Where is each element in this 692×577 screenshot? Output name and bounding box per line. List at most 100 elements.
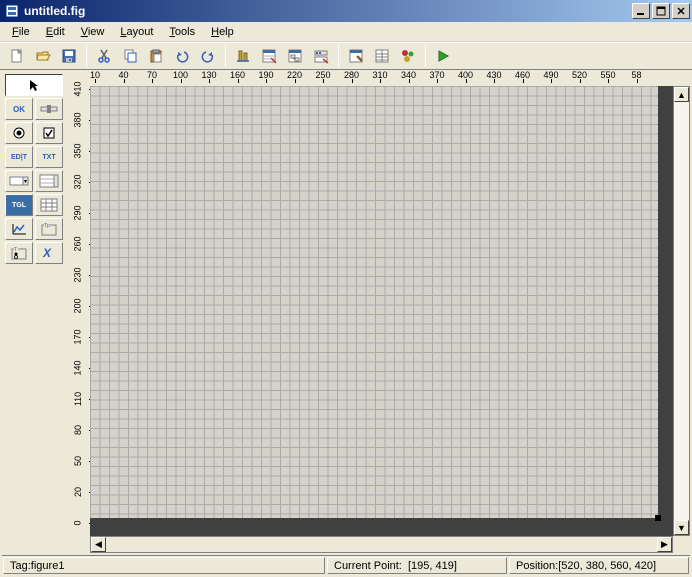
slider-tool[interactable]	[35, 98, 63, 120]
ruler-tick: 250	[308, 70, 338, 80]
ruler-tick: 550	[593, 70, 623, 80]
pushbutton-tool[interactable]: OK	[5, 98, 33, 120]
scroll-up-button[interactable]: ▲	[674, 87, 689, 102]
popupmenu-tool[interactable]	[5, 170, 33, 192]
menu-file[interactable]: File	[4, 24, 38, 40]
ruler-tick: 170	[66, 332, 90, 342]
togglebutton-tool[interactable]: TGL	[5, 194, 33, 216]
scroll-down-button[interactable]: ▼	[674, 520, 689, 535]
tool-panel: OK ED|T TXT TGL Tp T X	[2, 70, 66, 553]
window-title: untitled.fig	[24, 4, 630, 18]
menu-edit[interactable]: Edit	[38, 24, 73, 40]
ruler-tick: 490	[536, 70, 566, 80]
checkbox-tool[interactable]	[35, 122, 63, 144]
paste-button[interactable]	[144, 44, 168, 68]
ruler-tick: 310	[365, 70, 395, 80]
toolbar-separator	[338, 45, 339, 67]
run-button[interactable]	[431, 44, 455, 68]
ruler-tick: 520	[565, 70, 595, 80]
tab-order-button[interactable]	[283, 44, 307, 68]
ruler-tick: 0	[66, 518, 90, 528]
status-bar: Tag: figure1 Current Point: [195, 419] P…	[2, 555, 690, 575]
menu-view[interactable]: View	[73, 24, 113, 40]
table-tool[interactable]	[35, 194, 63, 216]
ruler-tick: 230	[66, 270, 90, 280]
menu-layout[interactable]: Layout	[112, 24, 161, 40]
new-button[interactable]	[5, 44, 29, 68]
ruler-tick: 290	[66, 208, 90, 218]
ruler-tick: 50	[66, 456, 90, 466]
svg-text:T: T	[14, 247, 17, 253]
close-button[interactable]	[672, 3, 690, 19]
title-bar: untitled.fig	[0, 0, 692, 22]
toolbar-separator	[225, 45, 226, 67]
ruler-tick: 80	[66, 425, 90, 435]
ruler-tick: 380	[66, 115, 90, 125]
ruler-tick: 20	[66, 487, 90, 497]
ruler-tick: 200	[66, 301, 90, 311]
scroll-track[interactable]	[674, 102, 689, 520]
ruler-tick: 430	[479, 70, 509, 80]
ruler-tick: 140	[66, 363, 90, 373]
scroll-left-button[interactable]: ◀	[91, 537, 106, 552]
ruler-tick: 460	[508, 70, 538, 80]
toolbar-editor-button[interactable]	[309, 44, 333, 68]
ruler-tick: 280	[337, 70, 367, 80]
open-button[interactable]	[31, 44, 55, 68]
copy-button[interactable]	[118, 44, 142, 68]
minimize-button[interactable]	[632, 3, 650, 19]
activex-tool[interactable]: X	[35, 242, 63, 264]
redo-button[interactable]	[196, 44, 220, 68]
editor-button[interactable]	[344, 44, 368, 68]
horizontal-scrollbar[interactable]: ◀ ▶	[90, 536, 673, 553]
listbox-tool[interactable]	[35, 170, 63, 192]
ruler-tick: 370	[422, 70, 452, 80]
horizontal-ruler: 1040701001301601902202502803103403704004…	[90, 70, 673, 86]
app-icon	[4, 3, 20, 19]
radiobutton-tool[interactable]	[5, 122, 33, 144]
cut-button[interactable]	[92, 44, 116, 68]
ruler-tick: 190	[251, 70, 281, 80]
panel-tool[interactable]: Tp	[35, 218, 63, 240]
toolbar-separator	[86, 45, 87, 67]
toolbar-separator	[425, 45, 426, 67]
ruler-tick: 130	[194, 70, 224, 80]
edit-tool[interactable]: ED|T	[5, 146, 33, 168]
vertical-ruler: 0205080110140170200230260290320350380410	[66, 86, 90, 536]
ruler-tick: 10	[80, 70, 110, 80]
maximize-button[interactable]	[652, 3, 670, 19]
canvas-area: 1040701001301601902202502803103403704004…	[66, 70, 690, 553]
undo-button[interactable]	[170, 44, 194, 68]
menu-help[interactable]: Help	[203, 24, 242, 40]
status-position: Position: [520, 380, 560, 420]	[509, 557, 689, 574]
menu-tools[interactable]: Tools	[161, 24, 203, 40]
select-tool[interactable]	[5, 74, 63, 96]
ruler-tick: 350	[66, 146, 90, 156]
object-browser-button[interactable]	[396, 44, 420, 68]
window-buttons	[630, 3, 692, 19]
status-current-point: Current Point: [195, 419]	[327, 557, 507, 574]
toolbar	[0, 42, 692, 70]
figure-object[interactable]	[90, 86, 658, 518]
menu-bar: File Edit View Layout Tools Help	[0, 22, 692, 42]
ruler-tick: 320	[66, 177, 90, 187]
status-tag: Tag: figure1	[3, 557, 325, 574]
scroll-right-button[interactable]: ▶	[657, 537, 672, 552]
text-tool[interactable]: TXT	[35, 146, 63, 168]
svg-text:Tp: Tp	[44, 223, 50, 229]
ruler-tick: 58	[622, 70, 652, 80]
main-area: OK ED|T TXT TGL Tp T X 1040701001301	[2, 70, 690, 553]
ruler-tick: 340	[394, 70, 424, 80]
ruler-tick: 40	[109, 70, 139, 80]
menu-editor-button[interactable]	[257, 44, 281, 68]
property-inspector-button[interactable]	[370, 44, 394, 68]
buttongroup-tool[interactable]: T	[5, 242, 33, 264]
axes-tool[interactable]	[5, 218, 33, 240]
resize-handle[interactable]	[655, 515, 661, 521]
vertical-scrollbar[interactable]: ▲ ▼	[673, 86, 690, 536]
align-button[interactable]	[231, 44, 255, 68]
ruler-tick: 260	[66, 239, 90, 249]
svg-text:X: X	[42, 246, 52, 260]
save-button[interactable]	[57, 44, 81, 68]
design-canvas[interactable]	[90, 86, 673, 536]
